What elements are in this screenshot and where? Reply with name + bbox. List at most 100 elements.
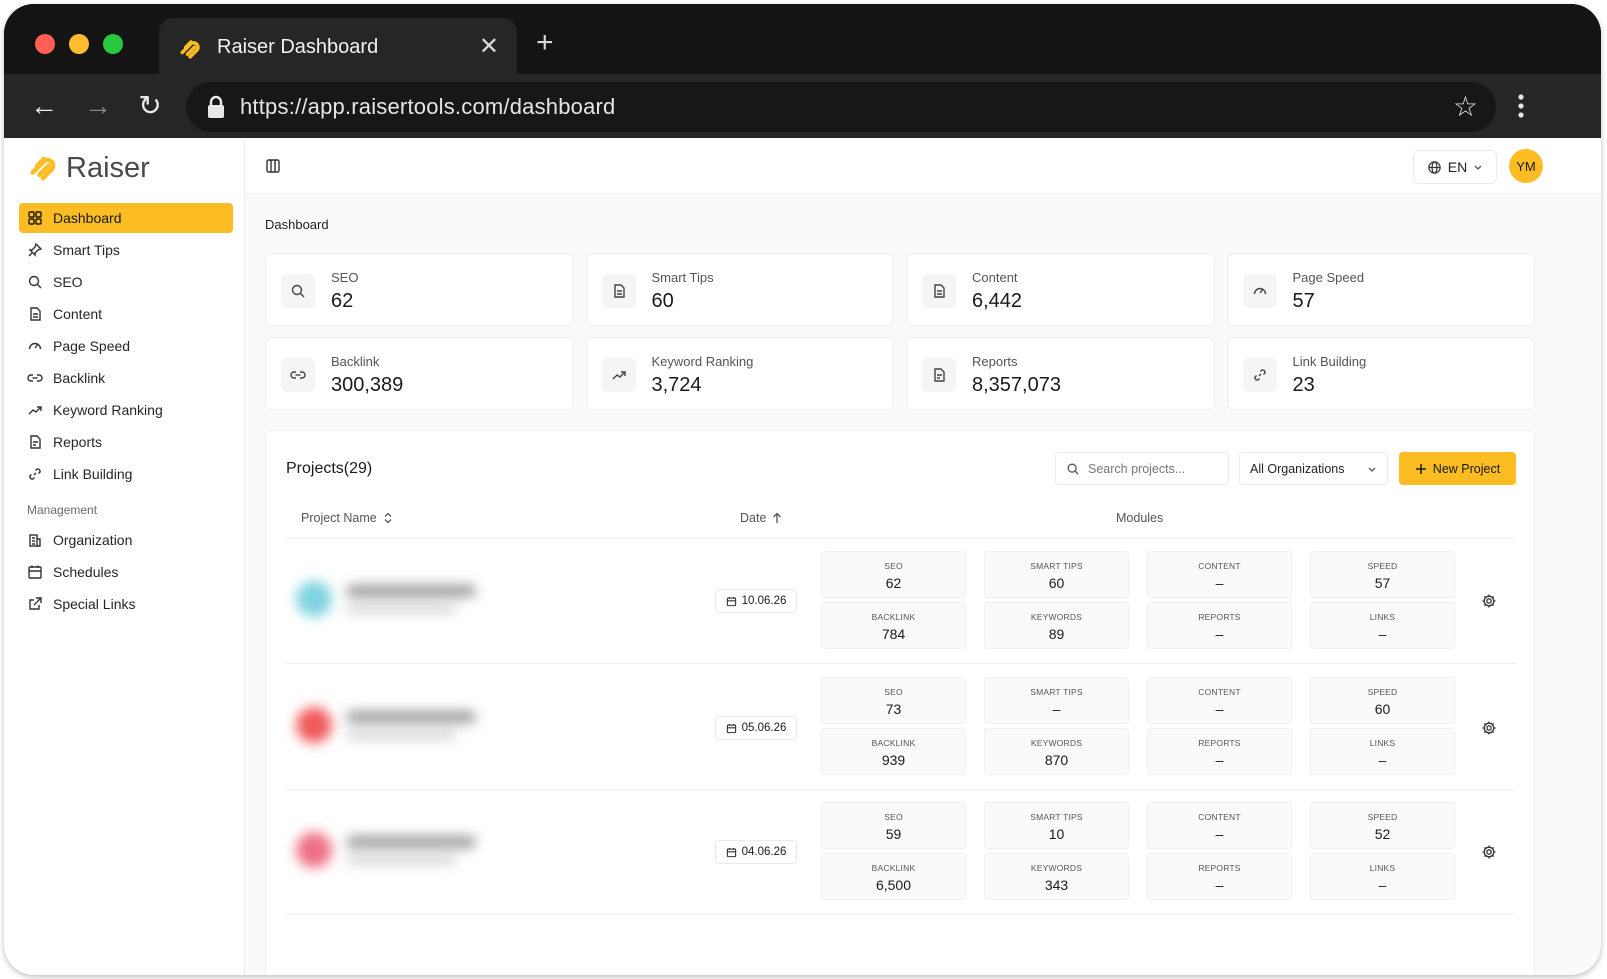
date-value: 05.06.26	[741, 722, 787, 734]
reload-icon[interactable]: ↻	[132, 88, 168, 124]
chevron-down-icon	[1474, 165, 1482, 170]
sidebar-item-schedules[interactable]: Schedules	[19, 557, 233, 587]
settings-gear-icon[interactable]	[1481, 593, 1497, 609]
stat-label: Link Building	[1292, 354, 1367, 369]
sidebar-item-seo[interactable]: SEO	[19, 267, 233, 297]
stat-value: 300,389	[331, 374, 404, 396]
sidebar-item-keyword-ranking[interactable]: Keyword Ranking	[19, 395, 233, 425]
new-project-button[interactable]: New Project	[1399, 452, 1516, 485]
date-value: 04.06.26	[741, 846, 787, 858]
module-value: –	[1378, 752, 1387, 768]
module-cell: SEO 73	[821, 677, 966, 724]
url-text[interactable]: https://app.raisertools.com/dashboard	[240, 94, 616, 120]
sidebar-item-smart-tips[interactable]: Smart Tips	[19, 235, 233, 265]
module-value: 870	[1044, 752, 1069, 768]
column-header-project-name[interactable]: Project Name	[301, 511, 393, 525]
module-value: 6,500	[875, 877, 912, 893]
trending-icon	[612, 371, 626, 380]
raiser-logo-icon	[30, 156, 56, 181]
browser-tab[interactable]: Raiser Dashboard ✕	[159, 18, 517, 76]
stat-card-link-building[interactable]: Link Building 23	[1226, 337, 1535, 410]
module-label: CONTENT	[1198, 687, 1241, 697]
calendar-icon	[28, 565, 42, 579]
stat-card-keyword-ranking[interactable]: Keyword Ranking 3,724	[585, 337, 894, 410]
address-bar[interactable]: https://app.raisertools.com/dashboard ☆	[186, 82, 1496, 132]
search-icon	[291, 284, 305, 298]
module-label: LINKS	[1369, 612, 1396, 622]
brand-logo[interactable]: Raiser	[26, 150, 150, 186]
module-label: BACKLINK	[871, 612, 916, 622]
stat-icon-wrap	[601, 274, 636, 308]
language-selector[interactable]: EN	[1413, 150, 1497, 184]
module-value: 343	[1044, 877, 1069, 893]
user-avatar[interactable]: YM	[1509, 149, 1543, 183]
organization-filter[interactable]: All Organizations	[1239, 452, 1388, 485]
stat-card-smart-tips[interactable]: Smart Tips 60	[585, 253, 894, 326]
project-name-blurred	[296, 826, 516, 876]
settings-gear-icon[interactable]	[1481, 844, 1497, 860]
date-value: 10.06.26	[741, 595, 787, 607]
bookmark-star-icon[interactable]: ☆	[1453, 90, 1478, 124]
stat-icon-wrap	[601, 358, 636, 392]
sidebar-item-label: Backlink	[53, 370, 106, 386]
close-tab-icon[interactable]: ✕	[479, 32, 499, 62]
module-cell: SMART TIPS –	[984, 677, 1129, 724]
sidebar-item-label: SEO	[53, 274, 83, 290]
search-input[interactable]	[1088, 461, 1218, 476]
module-value: 60	[1374, 701, 1391, 717]
new-tab-icon[interactable]: +	[536, 28, 554, 58]
module-value: 52	[1374, 826, 1391, 842]
column-header-label: Project Name	[301, 511, 377, 525]
stat-card-backlink[interactable]: Backlink 300,389	[265, 337, 574, 410]
close-window-button[interactable]	[35, 34, 55, 54]
forward-arrow-icon[interactable]: →	[80, 88, 116, 124]
sidebar-item-special-links[interactable]: Special Links	[19, 589, 233, 619]
project-search[interactable]	[1055, 452, 1229, 485]
table-row[interactable]: 10.06.26 SEO 62 SMART TIPS 60 CONTENT – SPE…	[286, 539, 1516, 664]
module-label: BACKLINK	[871, 863, 916, 873]
stat-icon-wrap	[1242, 358, 1277, 392]
settings-gear-icon[interactable]	[1481, 720, 1497, 736]
stat-value: 3,724	[651, 374, 702, 396]
stat-card-seo[interactable]: SEO 62	[265, 253, 574, 326]
column-header-date[interactable]: Date	[740, 511, 782, 525]
sidebar-item-dashboard[interactable]: Dashboard	[19, 203, 233, 233]
more-options-icon[interactable]	[1511, 88, 1531, 124]
column-header-modules: Modules	[1116, 511, 1163, 525]
column-header-label: Date	[740, 511, 767, 525]
module-label: SMART TIPS	[1030, 687, 1083, 697]
module-label: CONTENT	[1198, 561, 1241, 571]
module-label: SEO	[884, 687, 903, 697]
module-cell: SEO 59	[821, 802, 966, 849]
module-cell: SEO 62	[821, 551, 966, 598]
language-label: EN	[1447, 159, 1468, 175]
toggle-sidebar-icon[interactable]	[265, 158, 281, 174]
module-value: –	[1215, 752, 1224, 768]
sidebar-item-reports[interactable]: Reports	[19, 427, 233, 457]
calendar-icon	[726, 847, 736, 857]
back-arrow-icon[interactable]: ←	[26, 88, 62, 124]
sidebar-item-organization[interactable]: Organization	[19, 525, 233, 555]
sidebar-item-content[interactable]: Content	[19, 299, 233, 329]
module-cell: BACKLINK 6,500	[821, 853, 966, 900]
stat-card-page-speed[interactable]: Page Speed 57	[1226, 253, 1535, 326]
module-cell: BACKLINK 939	[821, 728, 966, 775]
tab-title: Raiser Dashboard	[217, 36, 379, 58]
maximize-window-button[interactable]	[103, 34, 123, 54]
table-row[interactable]: 05.06.26 SEO 73 SMART TIPS – CONTENT – SPEE…	[286, 665, 1516, 790]
sidebar-item-link-building[interactable]: Link Building	[19, 459, 233, 489]
stat-value: 6,442	[972, 290, 1023, 312]
module-cell: SMART TIPS 60	[984, 551, 1129, 598]
stat-card-reports[interactable]: Reports 8,357,073	[906, 337, 1215, 410]
stat-card-content[interactable]: Content 6,442	[906, 253, 1215, 326]
stat-icon-wrap	[281, 358, 315, 392]
link-icon	[290, 371, 306, 379]
module-cell: KEYWORDS 343	[984, 853, 1129, 900]
module-label: LINKS	[1369, 738, 1396, 748]
sidebar-item-page-speed[interactable]: Page Speed	[19, 331, 233, 361]
table-row[interactable]: 04.06.26 SEO 59 SMART TIPS 10 CONTENT – SPE…	[286, 790, 1516, 915]
modules-grid: SEO 73 SMART TIPS – CONTENT – SPEED 60 BACKL…	[821, 677, 1456, 775]
minimize-window-button[interactable]	[69, 34, 89, 54]
sidebar-item-backlink[interactable]: Backlink	[19, 363, 233, 393]
module-label: SMART TIPS	[1030, 561, 1083, 571]
